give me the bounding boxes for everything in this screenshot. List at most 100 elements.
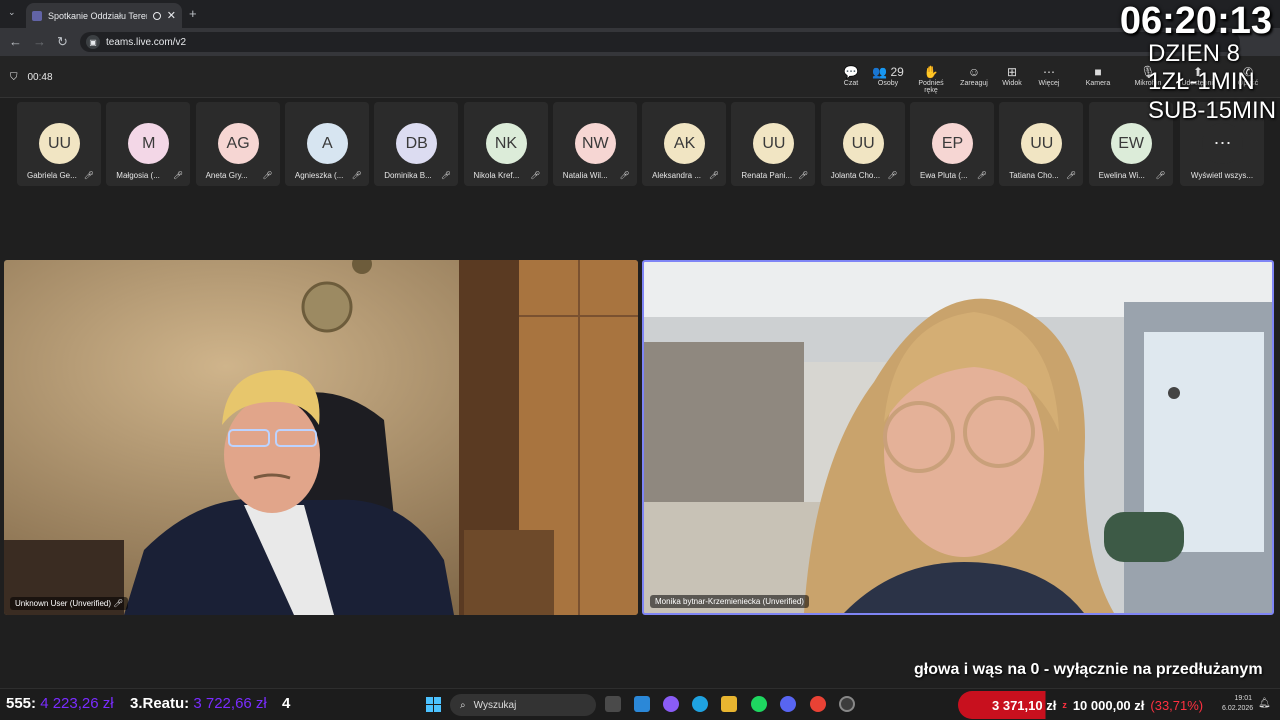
teams-favicon-icon xyxy=(32,10,42,21)
avatar: NK xyxy=(485,123,527,164)
goal-percent: (33,71%) xyxy=(1150,697,1204,713)
participant-tile[interactable]: UU Jolanta Cho... 🎤︎ xyxy=(820,102,905,186)
reload-icon[interactable]: ↻ xyxy=(57,34,68,50)
participant-tile[interactable]: A Agnieszka (... 🎤︎ xyxy=(284,102,369,186)
toolbar-camera-button[interactable]: ■ Kamera xyxy=(1078,65,1118,87)
taskbar-search[interactable]: ⌕ Wyszukaj xyxy=(450,694,596,716)
browser-tab[interactable]: Spotkanie Oddziału Terenow... ✕ xyxy=(26,3,182,28)
site-info-icon[interactable]: ▣ xyxy=(86,35,100,49)
chrome-icon[interactable] xyxy=(810,696,826,712)
smile-icon: ☺ xyxy=(967,65,981,79)
mic-off-icon: 🎤︎ xyxy=(262,171,273,180)
people-icon: 👥 29 xyxy=(872,65,904,79)
edge-icon[interactable] xyxy=(692,696,708,712)
avatar: AK xyxy=(664,123,706,164)
mic-off-icon: 🎤︎ xyxy=(441,171,452,180)
avatar: UU xyxy=(39,123,80,164)
toolbar-label: Widok xyxy=(1002,80,1022,87)
windows-start-icon[interactable] xyxy=(426,697,441,712)
address-bar: ← → ↻ ▣ teams.live.com/v2 xyxy=(0,28,1280,56)
goal-current: 3 371,10 zł xyxy=(992,697,1057,713)
avatar: AG xyxy=(217,123,259,164)
stat-1: 555: 4 223,26 zł xyxy=(6,695,114,712)
stream-ticker: głowa i wąs na 0 - wyłącznie na przedłuż… xyxy=(914,661,1263,678)
mic-off-icon: 🎤︎ xyxy=(708,171,720,180)
taskbar: 555: 4 223,26 zł 3.Reatu: 3 722,66 zł 4 … xyxy=(0,688,1280,720)
mic-off-icon: 🎤︎ xyxy=(1066,171,1077,180)
stream-rate-2: SUB-15MIN xyxy=(1148,97,1277,124)
video-feed-right xyxy=(644,262,1272,613)
participant-name: Gabriela Ge... 🎤︎ xyxy=(27,171,94,180)
toolbar-chat-button[interactable]: 💬 Czat xyxy=(831,65,871,87)
back-icon[interactable]: ← xyxy=(9,34,22,49)
stream-day-label: DZIEN 8 xyxy=(1148,40,1241,67)
mic-off-icon: 🎤︎ xyxy=(1155,171,1166,180)
file-explorer-icon[interactable] xyxy=(721,696,737,712)
stat-3: 4 xyxy=(282,695,291,712)
video-label-right: Monika bytnar-Krzemieniecka (Unverified) xyxy=(650,595,809,608)
avatar: UU xyxy=(842,123,884,164)
participant-name: Ewa Pluta (... 🎤︎ xyxy=(920,171,987,180)
new-tab-button[interactable]: + xyxy=(189,6,197,21)
toolbar-label: Czat xyxy=(843,80,859,87)
participant-tile[interactable]: AK Aleksandra ... 🎤︎ xyxy=(642,102,727,186)
tab-title: Spotkanie Oddziału Terenow... xyxy=(48,10,147,21)
mic-off-icon: 🎤︎ xyxy=(976,171,987,180)
video-feed-left xyxy=(4,260,638,615)
store-icon[interactable] xyxy=(634,696,650,712)
video-tile-unknown-user[interactable]: Unknown User (Unverified) 🎤︎ xyxy=(4,260,638,615)
participant-name: Nikola Kref... 🎤︎ xyxy=(473,171,541,180)
stream-countdown-clock: 06:20:13 xyxy=(1119,0,1272,42)
url-field[interactable]: ▣ teams.live.com/v2 xyxy=(80,32,1240,52)
elapsed-time: 00:48 xyxy=(27,72,53,83)
mic-off-icon: 🎤︎ xyxy=(798,171,809,180)
participant-tile[interactable]: DB Dominika B... 🎤︎ xyxy=(374,102,459,186)
mic-off-icon: 🎤︎ xyxy=(530,171,541,180)
toolbar-label: Podnieś rękę xyxy=(918,80,944,94)
stream-rate-1: 1ZŁ-1MIN xyxy=(1148,68,1255,95)
participant-tile[interactable]: UU Tatiana Cho... 🎤︎ xyxy=(999,102,1084,186)
video-tile-monika[interactable]: Monika bytnar-Krzemieniecka (Unverified) xyxy=(642,260,1274,615)
obs-icon[interactable] xyxy=(839,696,855,712)
toolbar-hand-button[interactable]: ✋ Podnieś rękę xyxy=(911,65,951,94)
avatar: M xyxy=(128,123,170,164)
avatar: UU xyxy=(753,123,795,164)
task-view-icon[interactable] xyxy=(605,696,621,712)
system-clock[interactable]: 19:01 6.02.2026 xyxy=(1222,694,1253,714)
avatar: UU xyxy=(1021,123,1063,164)
toolbar-grid-button[interactable]: ⊞ Widok xyxy=(992,65,1032,87)
toolbar-more-button[interactable]: ⋯ Więcej xyxy=(1029,65,1069,87)
participant-tile[interactable]: NK Nikola Kref... 🎤︎ xyxy=(463,102,548,186)
mic-off-icon: 🎤︎ xyxy=(351,171,362,180)
participant-name: Ewelina Wi... 🎤︎ xyxy=(1098,171,1166,180)
mic-off-icon: 🎤︎ xyxy=(83,171,94,180)
search-icon: ⌕ xyxy=(460,699,466,711)
mic-off-icon: 🎤︎ xyxy=(619,171,630,180)
participant-name: Aleksandra ... 🎤︎ xyxy=(652,171,720,180)
mic-off-icon: 🎤︎ xyxy=(887,171,898,180)
forward-icon[interactable]: → xyxy=(33,34,46,49)
stat-2: 3.Reatu: 3 722,66 zł xyxy=(130,695,267,712)
toolbar-people-button[interactable]: 👥 29 Osoby xyxy=(868,65,908,87)
participant-name: Dominika B... 🎤︎ xyxy=(384,171,452,180)
participant-tile[interactable]: UU Renata Pani... 🎤︎ xyxy=(731,102,816,186)
participant-tile[interactable]: EP Ewa Pluta (... 🎤︎ xyxy=(910,102,994,186)
participant-tile[interactable]: UU Gabriela Ge... 🎤︎ xyxy=(17,102,101,186)
copilot-icon[interactable] xyxy=(663,696,679,712)
close-tab-icon[interactable]: ✕ xyxy=(167,9,176,22)
avatar: A xyxy=(306,123,348,164)
notifications-icon[interactable]: 🔔︎ xyxy=(1258,698,1271,709)
toolbar-smile-button[interactable]: ☺ Zareaguj xyxy=(954,65,994,87)
discord-icon[interactable] xyxy=(780,696,796,712)
participant-tile[interactable]: M Małgosia (... 🎤︎ xyxy=(106,102,191,186)
participant-name: Jolanta Cho... 🎤︎ xyxy=(830,171,898,180)
meeting-toolbar: ⛉ 00:48 💬 Czat 👥 29 Osoby ✋ Podnieś rękę ☺ Zare… xyxy=(0,56,1280,98)
show-all-label: Wyświetl wszys... xyxy=(1190,171,1254,180)
participant-tile[interactable]: AG Aneta Gry... 🎤︎ xyxy=(195,102,280,186)
spotify-icon[interactable] xyxy=(751,696,767,712)
participant-name: Małgosia (... 🎤︎ xyxy=(116,171,184,180)
tab-list-icon[interactable]: ⌄ xyxy=(8,7,16,18)
goal-target: 10 000,00 zł xyxy=(1072,697,1145,713)
toolbar-label: Więcej xyxy=(1038,80,1060,87)
participant-tile[interactable]: NW Natalia Wil... 🎤︎ xyxy=(552,102,637,186)
